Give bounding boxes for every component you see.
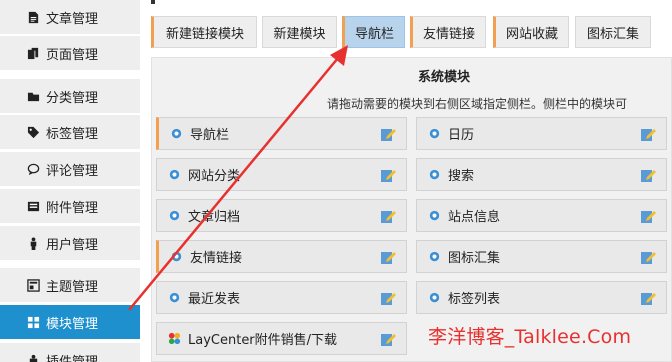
sidebar-item-label: 用户管理 xyxy=(46,237,99,253)
sidebar-item-categories[interactable]: 分类管理 xyxy=(0,79,140,113)
module-tag-list[interactable]: 标签列表 xyxy=(416,281,667,314)
theme-icon xyxy=(26,278,40,292)
plugin-icon xyxy=(26,353,40,362)
module-label: 最近发表 xyxy=(188,292,241,307)
sidebar-item-label: 标签管理 xyxy=(46,126,99,142)
sidebar-item-tags[interactable]: 标签管理 xyxy=(0,115,140,149)
file-icon xyxy=(26,10,40,24)
sidebar-item-articles[interactable]: 文章管理 xyxy=(0,0,140,34)
module-icon xyxy=(26,315,40,329)
tab-navbar[interactable]: 导航栏 xyxy=(342,16,405,48)
sidebar-item-pages[interactable]: 页面管理 xyxy=(0,36,140,70)
gear-icon xyxy=(169,249,184,264)
module-friend-links[interactable]: 友情链接 xyxy=(156,240,407,273)
user-icon xyxy=(26,236,40,250)
tab-friend-links[interactable]: 友情链接 xyxy=(410,16,486,48)
module-label: 标签列表 xyxy=(448,292,501,307)
module-label: 友情链接 xyxy=(190,251,243,266)
sidebar-item-label: 插件管理 xyxy=(46,354,99,362)
gear-icon xyxy=(167,290,182,305)
module-site-categories[interactable]: 网站分类 xyxy=(156,158,407,191)
flower-icon xyxy=(167,331,182,346)
gear-icon xyxy=(427,167,442,182)
edit-icon[interactable] xyxy=(380,331,396,347)
comment-icon xyxy=(26,162,40,176)
edit-icon[interactable] xyxy=(640,126,656,142)
gear-icon xyxy=(427,249,442,264)
tab-label: 导航栏 xyxy=(354,26,394,42)
module-label: 网站分类 xyxy=(188,169,241,184)
tag-icon xyxy=(26,125,40,139)
edit-icon[interactable] xyxy=(380,167,396,183)
module-recent-posts[interactable]: 最近发表 xyxy=(156,281,407,314)
module-label: 搜索 xyxy=(448,169,475,184)
edit-icon[interactable] xyxy=(640,249,656,265)
module-label: 文章归档 xyxy=(188,210,241,225)
edit-icon[interactable] xyxy=(380,249,396,265)
folder-icon xyxy=(26,89,40,103)
sidebar-item-plugins[interactable]: 插件管理 xyxy=(0,343,140,362)
edit-icon[interactable] xyxy=(640,290,656,306)
module-label: LayCenter附件销售/下载 xyxy=(188,333,338,348)
module-icon-collection[interactable]: 图标汇集 xyxy=(416,240,667,273)
module-laycenter[interactable]: LayCenter附件销售/下载 xyxy=(156,322,407,355)
edit-icon[interactable] xyxy=(640,208,656,224)
gear-icon xyxy=(167,167,182,182)
gear-icon xyxy=(427,290,442,305)
tab-label: 新建模块 xyxy=(273,26,326,42)
attachment-icon xyxy=(26,199,40,213)
module-archives[interactable]: 文章归档 xyxy=(156,199,407,232)
tab-label: 友情链接 xyxy=(422,26,475,42)
tab-label: 图标汇集 xyxy=(586,26,639,42)
edit-icon[interactable] xyxy=(380,290,396,306)
sidebar: 文章管理 页面管理 分类管理 标签管理 评论管理 附件管理 用户管理 主题管理 … xyxy=(0,0,140,362)
module-label: 图标汇集 xyxy=(448,251,501,266)
sidebar-item-label: 附件管理 xyxy=(46,200,99,216)
gear-icon xyxy=(427,208,442,223)
tab-site-favorites[interactable]: 网站收藏 xyxy=(493,16,569,48)
sidebar-item-modules[interactable]: 模块管理 xyxy=(0,305,140,339)
sidebar-item-label: 模块管理 xyxy=(46,316,99,332)
sidebar-item-attachments[interactable]: 附件管理 xyxy=(0,189,140,223)
panel-hint: 请拖动需要的模块到右侧区域指定侧栏。侧栏中的模块可 xyxy=(327,97,628,111)
module-label: 导航栏 xyxy=(190,128,230,143)
tab-new-link-module[interactable]: 新建链接模块 xyxy=(151,16,257,48)
tab-label: 新建链接模块 xyxy=(165,26,244,42)
sidebar-item-users[interactable]: 用户管理 xyxy=(0,226,140,260)
tab-icon-collection[interactable]: 图标汇集 xyxy=(575,16,651,48)
panel-title: 系统模块 xyxy=(418,70,471,85)
edit-icon[interactable] xyxy=(380,208,396,224)
edit-icon[interactable] xyxy=(640,167,656,183)
tab-label: 网站收藏 xyxy=(505,26,558,42)
module-search[interactable]: 搜索 xyxy=(416,158,667,191)
tab-new-module[interactable]: 新建模块 xyxy=(262,16,337,48)
gear-icon xyxy=(169,126,184,141)
sidebar-item-label: 分类管理 xyxy=(46,90,99,106)
gear-icon xyxy=(167,208,182,223)
module-label: 站点信息 xyxy=(448,210,501,225)
sidebar-item-label: 评论管理 xyxy=(46,163,99,179)
sidebar-item-label: 页面管理 xyxy=(46,47,99,63)
module-calendar[interactable]: 日历 xyxy=(416,117,667,150)
gear-icon xyxy=(427,126,442,141)
module-label: 日历 xyxy=(448,128,475,143)
sidebar-item-label: 文章管理 xyxy=(46,11,99,27)
sidebar-item-comments[interactable]: 评论管理 xyxy=(0,152,140,186)
top-marker xyxy=(151,0,155,4)
sidebar-item-themes[interactable]: 主题管理 xyxy=(0,268,140,302)
page-icon xyxy=(26,46,40,60)
module-site-info[interactable]: 站点信息 xyxy=(416,199,667,232)
watermark: 李洋博客_Talklee.Com xyxy=(428,326,632,348)
sidebar-item-label: 主题管理 xyxy=(46,279,99,295)
module-navbar[interactable]: 导航栏 xyxy=(156,117,407,150)
edit-icon[interactable] xyxy=(380,126,396,142)
